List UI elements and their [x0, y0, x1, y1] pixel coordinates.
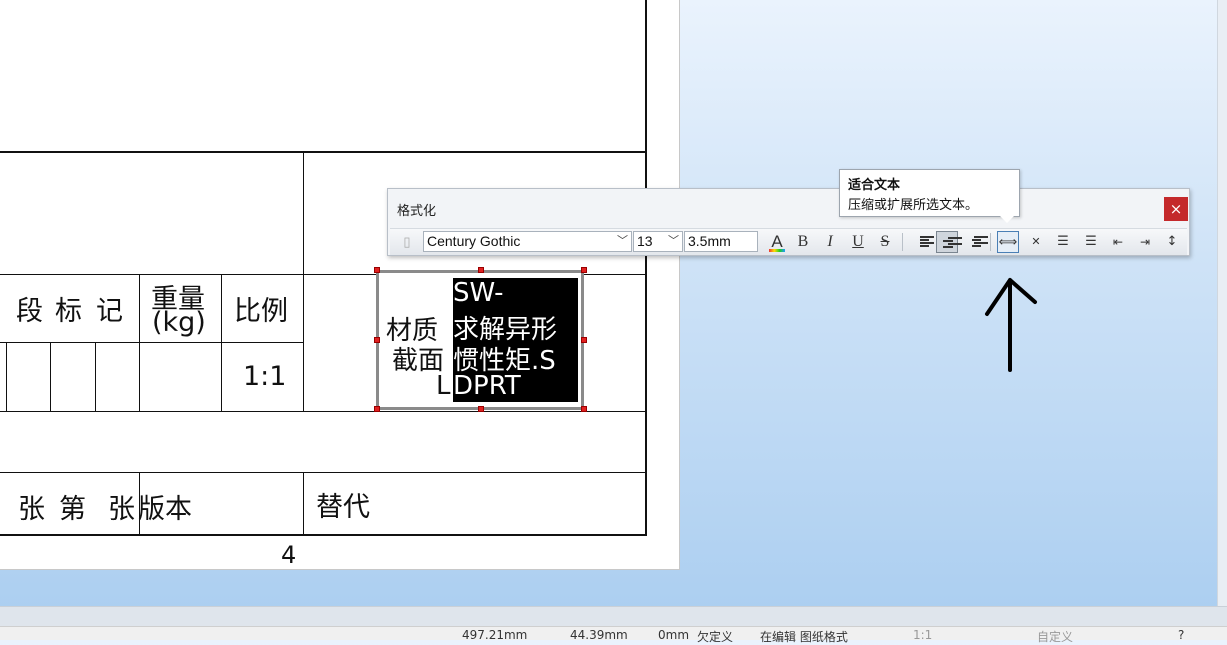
chevron-down-icon: ﹀ — [668, 235, 679, 247]
tooltip: 适合文本 压缩或扩展所选文本。 — [839, 169, 1020, 223]
increase-indent-icon[interactable]: ⇥ — [1134, 231, 1156, 253]
definition-status: 欠定义 — [697, 630, 734, 644]
scale-value: 1:1 — [243, 361, 287, 392]
toolbar-row: ▯ Century Gothic ﹀ 13 ﹀ 3.5mm A B I U S — [390, 228, 1187, 255]
font-style-icon[interactable]: ▯ — [396, 231, 418, 253]
resize-handle[interactable] — [581, 406, 587, 412]
align-left-icon[interactable] — [909, 231, 934, 253]
unit-system[interactable]: 自定义 — [1037, 628, 1073, 645]
tooltip-title: 适合文本 — [848, 178, 901, 193]
editing-status: 在编辑 图纸格式 — [760, 630, 848, 644]
resize-handle[interactable] — [374, 267, 380, 273]
text-height-input[interactable]: 3.5mm — [684, 231, 758, 252]
close-button[interactable]: × — [1164, 197, 1188, 221]
z-coordinate: 0mm — [658, 628, 690, 642]
resize-handle[interactable] — [374, 337, 380, 343]
y-coordinate: 44.39mm — [570, 628, 628, 642]
selected-text-line: SW- — [453, 278, 504, 308]
selected-text-line: DPRT — [453, 371, 521, 401]
align-center-icon[interactable] — [936, 231, 962, 253]
bottom-cell: 第 — [59, 494, 86, 525]
tooltip-description: 压缩或扩展所选文本。 — [848, 198, 979, 213]
strikethrough-button[interactable]: S — [874, 231, 896, 253]
bullets-icon[interactable]: ☰ — [1052, 231, 1074, 253]
fit-text-icon[interactable]: ⟺ — [997, 231, 1019, 253]
format-toolbar[interactable]: 格式化 × ▯ Century Gothic ﹀ 13 ﹀ 3.5mm A B … — [387, 188, 1190, 256]
font-size-select[interactable]: 13 ﹀ — [633, 231, 683, 252]
status-bar: 497.21mm 44.39mm 0mm 欠定义 在编辑 图纸格式 1:1 自定… — [0, 626, 1227, 644]
align-right-icon[interactable] — [963, 231, 988, 253]
bottom-cell: 张 — [18, 494, 45, 525]
stack-icon[interactable]: ✕ — [1025, 231, 1047, 253]
bold-button[interactable]: B — [792, 231, 814, 253]
horizontal-scrollbar[interactable] — [0, 606, 1227, 627]
header-cell: 记 — [96, 296, 123, 327]
annotation-arrow — [985, 278, 1037, 372]
font-name: Century Gothic — [427, 233, 521, 249]
text-height-value: 3.5mm — [688, 233, 731, 249]
tooltip-pointer — [1000, 216, 1014, 223]
decrease-indent-icon[interactable]: ⇤ — [1107, 231, 1129, 253]
font-size-value: 13 — [637, 233, 653, 249]
numbering-icon[interactable]: ☰ — [1080, 231, 1102, 253]
toolbar-title: 格式化 — [397, 204, 437, 219]
weight-unit: (kg) — [152, 307, 206, 338]
version-label: 版本 — [138, 494, 192, 525]
chevron-down-icon: ﹀ — [617, 235, 628, 247]
line-spacing-icon[interactable]: ↕ — [1161, 231, 1183, 253]
resize-handle[interactable] — [478, 406, 484, 412]
zone-number: 4 — [281, 541, 297, 569]
underline-button[interactable]: U — [847, 231, 869, 253]
italic-button[interactable]: I — [819, 231, 841, 253]
vertical-scrollbar[interactable] — [1217, 0, 1227, 606]
replace-label: 替代 — [316, 492, 370, 523]
help-icon[interactable]: ? — [1178, 628, 1184, 642]
text-color-icon[interactable]: A — [766, 231, 788, 253]
bottom-cell: 张 — [108, 494, 135, 525]
resize-handle[interactable] — [581, 337, 587, 343]
note-text-line: L — [436, 371, 451, 401]
header-cell: 标 — [55, 296, 82, 327]
resize-handle[interactable] — [374, 406, 380, 412]
x-coordinate: 497.21mm — [462, 628, 528, 642]
scale-label: 比例 — [234, 296, 288, 327]
sheet-scale[interactable]: 1:1 — [913, 628, 932, 642]
font-select[interactable]: Century Gothic ﹀ — [423, 231, 632, 252]
resize-handle[interactable] — [478, 267, 484, 273]
resize-handle[interactable] — [581, 267, 587, 273]
header-cell: 段 — [16, 296, 43, 327]
